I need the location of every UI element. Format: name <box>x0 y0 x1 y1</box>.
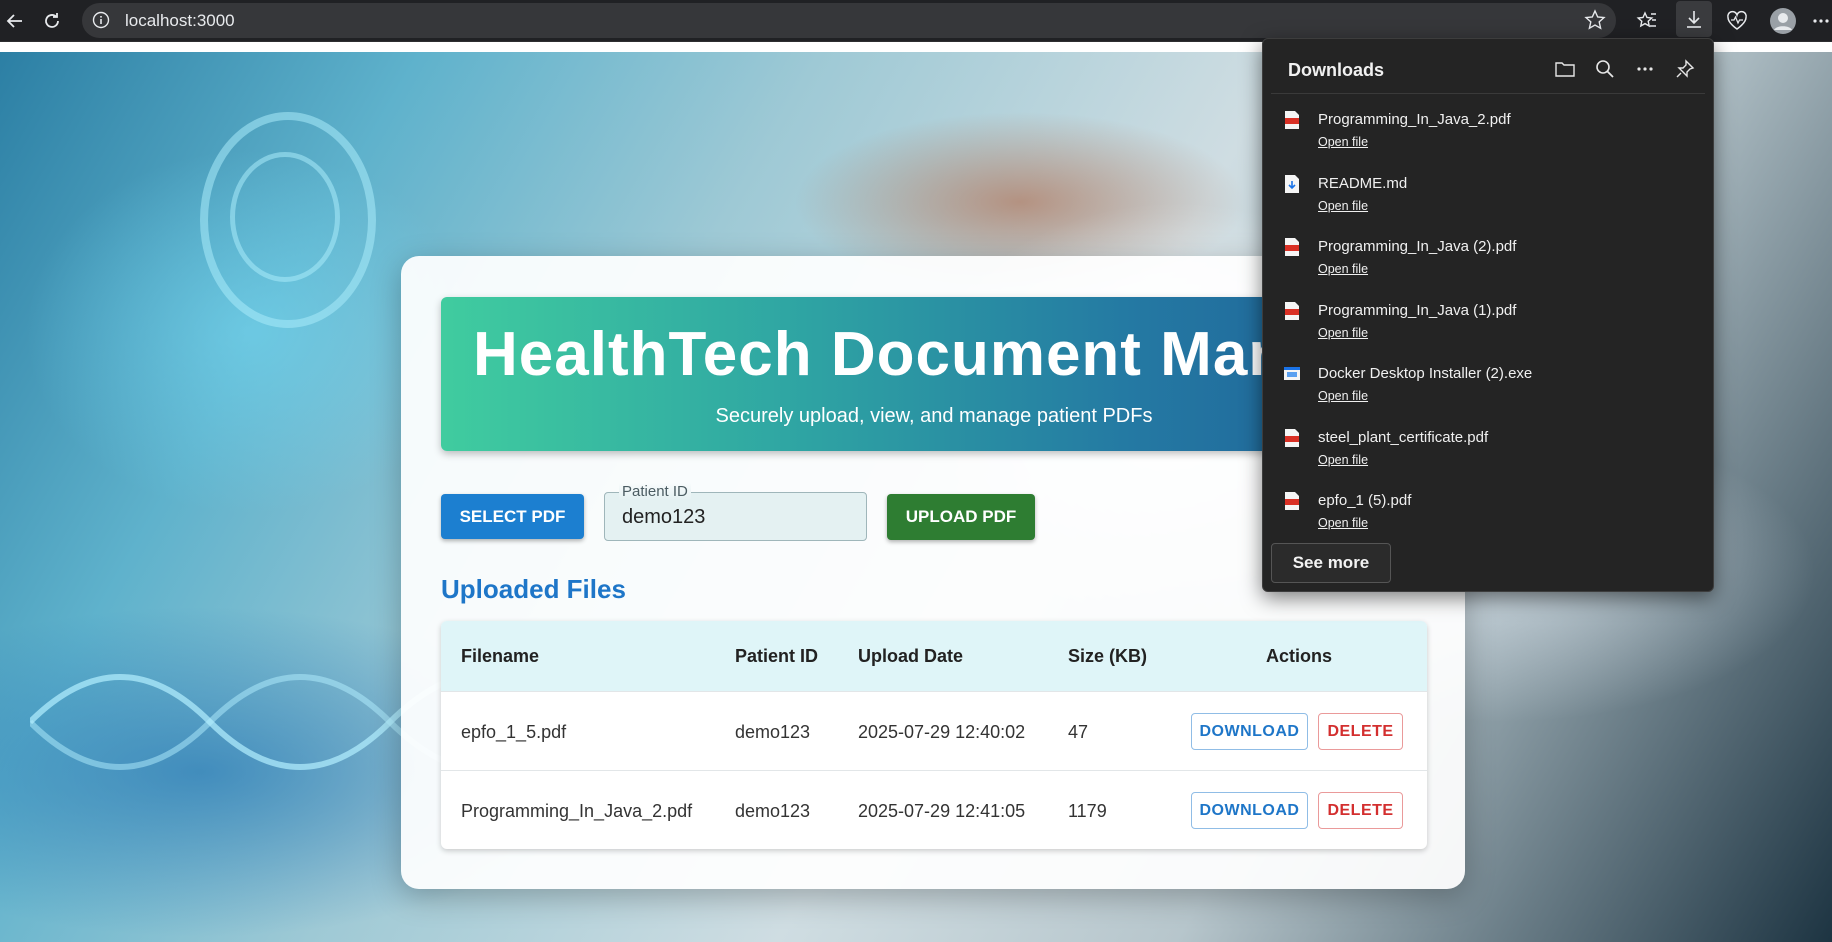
pin-downloads-button[interactable] <box>1673 57 1697 81</box>
search-icon <box>1596 60 1614 78</box>
download-button[interactable]: DOWNLOAD <box>1191 713 1308 750</box>
pdf-file-icon <box>1285 111 1299 129</box>
favorites-button[interactable] <box>1632 6 1662 36</box>
download-filename[interactable]: Docker Desktop Installer (2).exe <box>1318 365 1532 382</box>
exe-file-icon <box>1284 367 1300 380</box>
column-header-actions: Actions <box>1266 646 1333 666</box>
upload-pdf-button[interactable]: UPLOAD PDF <box>887 494 1035 540</box>
download-filename[interactable]: epfo_1 (5).pdf <box>1318 492 1411 509</box>
reload-icon <box>45 13 59 28</box>
download-item[interactable]: Programming_In_Java (1).pdf Open file <box>1263 298 1713 358</box>
profile-button[interactable] <box>1768 6 1798 36</box>
browser-essentials-button[interactable] <box>1722 6 1752 36</box>
download-filename[interactable]: README.md <box>1318 175 1407 192</box>
select-pdf-button[interactable]: SELECT PDF <box>441 494 584 539</box>
table-header: Filename Patient ID Upload Date Size (KB… <box>441 621 1427 691</box>
open-file-link[interactable]: Open file <box>1318 199 1368 213</box>
folder-icon <box>1555 62 1575 77</box>
column-header-patient-id: Patient ID <box>735 646 819 666</box>
patient-id-input[interactable]: demo123 <box>622 506 705 529</box>
pdf-file-icon <box>1285 238 1299 256</box>
delete-button[interactable]: DELETE <box>1318 713 1403 750</box>
site-info-icon[interactable] <box>92 11 110 29</box>
download-item[interactable]: Programming_In_Java (2).pdf Open file <box>1263 234 1713 294</box>
cell-filename: Programming_In_Java_2.pdf <box>461 801 693 821</box>
pdf-file-icon <box>1285 492 1299 510</box>
open-file-link[interactable]: Open file <box>1318 326 1368 340</box>
downloads-more-options-button[interactable] <box>1633 57 1657 81</box>
cell-upload-date: 2025-07-29 12:40:02 <box>858 722 1026 742</box>
open-file-link[interactable]: Open file <box>1318 135 1368 149</box>
download-item[interactable]: steel_plant_certificate.pdf Open file <box>1263 425 1713 485</box>
more-dots-icon <box>1637 67 1653 71</box>
page-title: HealthTech Document Man <box>473 320 1288 389</box>
open-file-link[interactable]: Open file <box>1318 389 1368 403</box>
address-bar[interactable]: localhost:3000 <box>82 3 1616 38</box>
pdf-file-icon <box>1285 429 1299 447</box>
cell-patient-id: demo123 <box>735 722 811 742</box>
back-button[interactable] <box>0 6 30 36</box>
avatar <box>1770 8 1796 34</box>
download-item[interactable]: Docker Desktop Installer (2).exe Open fi… <box>1263 361 1713 421</box>
column-header-filename: Filename <box>461 646 540 666</box>
downloads-button[interactable] <box>1676 1 1712 37</box>
column-header-size: Size (KB) <box>1068 646 1148 666</box>
download-item[interactable]: Programming_In_Java_2.pdf Open file <box>1263 107 1713 167</box>
download-icon <box>1687 11 1701 28</box>
open-downloads-folder-button[interactable] <box>1553 57 1577 81</box>
download-button[interactable]: DOWNLOAD <box>1191 792 1308 829</box>
downloads-panel: Downloads Programming_In_Java_2.pdf Open… <box>1262 38 1714 592</box>
url-text[interactable]: localhost:3000 <box>125 11 235 31</box>
back-arrow-icon <box>6 14 22 28</box>
delete-button[interactable]: DELETE <box>1318 792 1403 829</box>
open-file-link[interactable]: Open file <box>1318 516 1368 530</box>
more-dots-icon <box>1813 19 1829 23</box>
cell-patient-id: demo123 <box>735 801 811 821</box>
table-row: Programming_In_Java_2.pdf demo123 2025-0… <box>441 770 1427 849</box>
patient-id-label: Patient ID <box>619 483 691 500</box>
favorites-icon <box>1636 11 1656 28</box>
download-filename[interactable]: steel_plant_certificate.pdf <box>1318 429 1488 446</box>
heart-pulse-icon <box>1727 10 1747 30</box>
files-table: Filename Patient ID Upload Date Size (KB… <box>441 621 1427 849</box>
download-filename[interactable]: Programming_In_Java_2.pdf <box>1318 111 1511 128</box>
downloads-divider <box>1271 93 1705 94</box>
download-item[interactable]: epfo_1 (5).pdf Open file <box>1263 488 1713 548</box>
download-filename[interactable]: Programming_In_Java (2).pdf <box>1318 238 1516 255</box>
pin-icon <box>1676 59 1695 78</box>
favorite-star-icon[interactable] <box>1584 9 1606 31</box>
cell-filename: epfo_1_5.pdf <box>461 722 567 742</box>
table-row: epfo_1_5.pdf demo123 2025-07-29 12:40:02… <box>441 691 1427 770</box>
download-filename[interactable]: Programming_In_Java (1).pdf <box>1318 302 1516 319</box>
cell-size: 1179 <box>1068 801 1107 821</box>
open-file-link[interactable]: Open file <box>1318 453 1368 467</box>
cell-upload-date: 2025-07-29 12:41:05 <box>858 801 1026 821</box>
see-more-button[interactable]: See more <box>1271 543 1391 583</box>
search-downloads-button[interactable] <box>1593 57 1617 81</box>
downloads-title: Downloads <box>1288 60 1385 80</box>
settings-menu-button[interactable] <box>1806 6 1832 36</box>
pdf-file-icon <box>1285 302 1299 320</box>
uploaded-files-heading: Uploaded Files <box>441 574 626 604</box>
patient-id-field[interactable]: Patient ID demo123 <box>604 483 867 541</box>
downloads-toolbar <box>1553 57 1697 81</box>
column-header-upload-date: Upload Date <box>858 646 964 666</box>
markdown-file-icon <box>1285 175 1299 193</box>
cell-size: 47 <box>1068 722 1089 742</box>
browser-toolbar: localhost:3000 <box>0 0 1832 42</box>
reload-button[interactable] <box>37 6 67 36</box>
background-ring-shape <box>230 152 340 282</box>
open-file-link[interactable]: Open file <box>1318 262 1368 276</box>
download-item[interactable]: README.md Open file <box>1263 171 1713 231</box>
